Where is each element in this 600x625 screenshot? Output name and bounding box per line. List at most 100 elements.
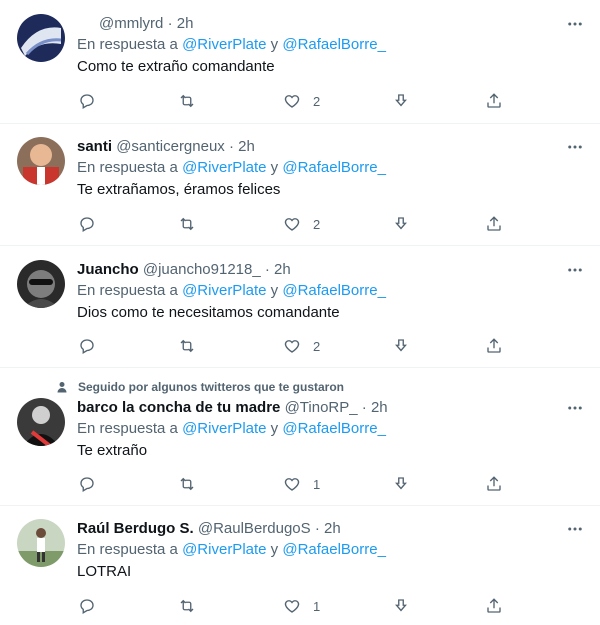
download-arrow-icon	[395, 94, 407, 107]
like-count: 2	[313, 93, 321, 109]
download-arrow-icon	[395, 599, 407, 612]
tweet-header: Juancho @juancho91218_ · 2h	[77, 260, 586, 280]
tweet-header: barco la concha de tu madre @TinoRP_ · 2…	[77, 398, 586, 418]
mention-link[interactable]: @RafaelBorre_	[282, 36, 386, 53]
more-options-button[interactable]	[564, 397, 586, 419]
tweet[interactable]: Raúl Berdugo S. @RaulBerdugoS · 2h En re…	[0, 506, 600, 625]
timestamp[interactable]: 2h	[238, 138, 255, 155]
reply-icon	[80, 477, 94, 492]
retweet-button[interactable]	[178, 475, 196, 493]
download-arrow-icon	[395, 217, 407, 230]
tweet[interactable]: barco la concha de tu madre @TinoRP_ · 2…	[0, 368, 600, 506]
display-name[interactable]: Juancho	[77, 261, 139, 278]
separator-dot: ·	[314, 520, 320, 537]
reply-context: En respuesta a @RiverPlate y @RafaelBorr…	[77, 280, 586, 302]
upload-icon	[487, 216, 501, 231]
upload-button[interactable]	[485, 337, 503, 355]
username[interactable]: @RaulBerdugoS	[198, 520, 311, 537]
avatar[interactable]	[17, 398, 65, 446]
share-button[interactable]	[392, 92, 410, 110]
reply-prefix: En respuesta a	[77, 541, 178, 558]
mention-link[interactable]: @RiverPlate	[182, 420, 266, 437]
mention-link[interactable]: @RafaelBorre_	[282, 541, 386, 558]
retweet-icon	[180, 217, 194, 231]
share-button[interactable]	[392, 597, 410, 615]
username[interactable]: @santicergneux	[116, 138, 225, 155]
separator-dot: ·	[228, 138, 234, 155]
like-button[interactable]: 1	[283, 475, 320, 493]
retweet-button[interactable]	[178, 597, 196, 615]
mention-link[interactable]: @RiverPlate	[182, 541, 266, 558]
upload-icon	[487, 338, 501, 353]
tweet-header: Raúl Berdugo S. @RaulBerdugoS · 2h	[77, 519, 586, 539]
like-button[interactable]: 2	[283, 215, 320, 233]
retweet-button[interactable]	[178, 337, 196, 355]
tweet[interactable]: @mmlyrd · 2h En respuesta a @RiverPlate …	[0, 0, 600, 124]
like-button[interactable]: 1	[283, 597, 320, 615]
reply-button[interactable]	[78, 597, 96, 615]
more-options-button[interactable]	[564, 13, 586, 35]
timestamp[interactable]: 2h	[371, 399, 388, 416]
mention-link[interactable]: @RafaelBorre_	[282, 159, 386, 176]
tweet[interactable]: Juancho @juancho91218_ · 2h En respuesta…	[0, 246, 600, 368]
retweet-icon	[180, 339, 194, 353]
reply-conjunction: y	[270, 420, 279, 437]
share-button[interactable]	[392, 337, 410, 355]
display-name[interactable]: Raúl Berdugo S.	[77, 520, 194, 537]
avatar[interactable]	[17, 137, 65, 185]
reply-button[interactable]	[78, 215, 96, 233]
username[interactable]: @juancho91218_	[143, 261, 261, 278]
reply-context: En respuesta a @RiverPlate y @RafaelBorr…	[77, 539, 586, 561]
like-button[interactable]: 2	[283, 92, 320, 110]
tweet-header: santi @santicergneux · 2h	[77, 137, 586, 157]
tweet-text: Te extraño	[77, 442, 148, 459]
mention-link[interactable]: @RiverPlate	[182, 159, 266, 176]
retweet-button[interactable]	[178, 215, 196, 233]
mention-link[interactable]: @RafaelBorre_	[282, 282, 386, 299]
share-button[interactable]	[392, 475, 410, 493]
reply-prefix: En respuesta a	[77, 36, 178, 53]
mention-link[interactable]: @RiverPlate	[182, 282, 266, 299]
timestamp[interactable]: 2h	[177, 15, 194, 32]
download-arrow-icon	[395, 339, 407, 352]
tweet-text: Dios como te necesitamos comandante	[77, 304, 340, 321]
mention-link[interactable]: @RiverPlate	[182, 36, 266, 53]
retweet-icon	[180, 477, 194, 491]
upload-button[interactable]	[485, 215, 503, 233]
tweet-text: Como te extraño comandante	[77, 58, 275, 75]
mention-link[interactable]: @RafaelBorre_	[282, 420, 386, 437]
reply-context: En respuesta a @RiverPlate y @RafaelBorr…	[77, 34, 586, 56]
reply-button[interactable]	[78, 475, 96, 493]
reply-prefix: En respuesta a	[77, 282, 178, 299]
timestamp[interactable]: 2h	[274, 261, 291, 278]
upload-button[interactable]	[485, 475, 503, 493]
like-count: 1	[313, 598, 321, 614]
reply-prefix: En respuesta a	[77, 420, 178, 437]
tweet-text: Te extrañamos, éramos felices	[77, 181, 281, 198]
share-button[interactable]	[392, 215, 410, 233]
avatar[interactable]	[17, 519, 65, 567]
avatar[interactable]	[17, 14, 65, 62]
reply-button[interactable]	[78, 337, 96, 355]
download-arrow-icon	[395, 477, 407, 490]
timestamp[interactable]: 2h	[324, 520, 341, 537]
heart-icon	[284, 478, 300, 491]
more-options-button[interactable]	[564, 259, 586, 281]
more-options-button[interactable]	[564, 518, 586, 540]
reply-button[interactable]	[78, 92, 96, 110]
display-name[interactable]: santi	[77, 138, 112, 155]
upload-button[interactable]	[485, 597, 503, 615]
retweet-icon	[180, 599, 194, 613]
retweet-icon	[180, 94, 194, 108]
display-name[interactable]: barco la concha de tu madre	[77, 399, 280, 416]
username[interactable]: @mmlyrd	[99, 15, 163, 32]
avatar[interactable]	[17, 260, 65, 308]
retweet-button[interactable]	[178, 92, 196, 110]
more-options-button[interactable]	[564, 136, 586, 158]
like-button[interactable]: 2	[283, 337, 320, 355]
upload-icon	[487, 93, 501, 108]
upload-button[interactable]	[485, 92, 503, 110]
heart-icon	[284, 340, 300, 353]
tweet[interactable]: santi @santicergneux · 2h En respuesta a…	[0, 124, 600, 246]
username[interactable]: @TinoRP_	[285, 399, 358, 416]
